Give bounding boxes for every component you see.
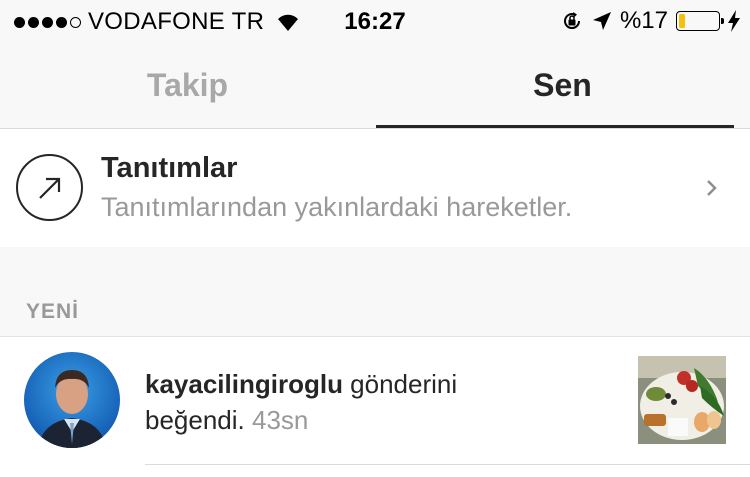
promotions-title: Tanıtımlar — [101, 152, 238, 184]
charging-bolt-icon — [728, 10, 740, 32]
section-header-new: YENİ — [0, 247, 750, 337]
section-title: YENİ — [26, 300, 80, 323]
arrow-up-right-circle-icon — [16, 154, 83, 221]
row-divider — [145, 464, 750, 465]
orientation-lock-icon — [563, 12, 580, 30]
notification-text: kayacilingiroglu gönderini beğendi. 43sn — [145, 366, 615, 438]
avatar[interactable] — [24, 352, 120, 448]
notification-time: 43sn — [252, 405, 309, 435]
promotions-row[interactable]: Tanıtımlar Tanıtımlarından yakınlardaki … — [0, 130, 750, 247]
notification-action: gönderini — [342, 369, 458, 399]
location-arrow-icon — [592, 12, 611, 30]
notification-action-continued: beğendi. — [145, 405, 245, 435]
activity-tabs: Takip Sen — [0, 42, 750, 129]
status-right: %17 — [560, 7, 740, 35]
tab-you[interactable]: Sen — [375, 42, 750, 128]
battery-icon — [676, 11, 724, 31]
battery-percent: %17 — [619, 7, 668, 34]
promotions-subtitle: Tanıtımlarından yakınlardaki hareketler. — [101, 192, 573, 222]
notification-username[interactable]: kayacilingiroglu — [145, 369, 343, 399]
post-thumbnail[interactable] — [638, 356, 726, 444]
tab-following[interactable]: Takip — [0, 42, 375, 128]
status-bar: VODAFONE TR 16:27 %17 — [0, 0, 750, 42]
notification-row[interactable]: kayacilingiroglu gönderini beğendi. 43sn — [0, 338, 750, 477]
active-tab-indicator — [376, 125, 734, 128]
chevron-right-icon — [707, 180, 717, 196]
